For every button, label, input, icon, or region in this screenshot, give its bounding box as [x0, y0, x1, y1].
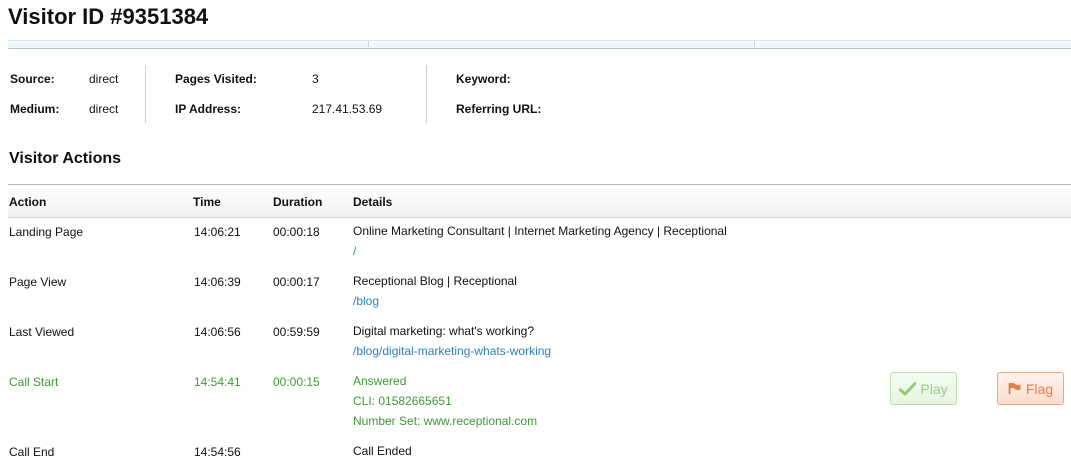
tab-divider — [754, 41, 755, 47]
page-url-link[interactable]: /blog/digital-marketing-whats-working — [353, 341, 551, 361]
row-action: Call Start — [9, 375, 59, 389]
row-details: Online Marketing Consultant | Internet M… — [353, 221, 727, 261]
medium-value: direct — [89, 102, 119, 116]
row-duration: 00:00:17 — [273, 275, 320, 289]
row-action: Page View — [9, 275, 67, 289]
call-status: Answered — [353, 374, 407, 388]
tab-divider — [368, 41, 369, 47]
page-url-link[interactable]: /blog — [353, 291, 517, 311]
ip-address-value: 217.41.53.69 — [312, 102, 383, 116]
page-title-text: Online Marketing Consultant | Internet M… — [353, 224, 727, 238]
header-duration: Duration — [273, 195, 323, 209]
row-details: Call Ended — [353, 441, 412, 461]
keyword-label: Keyword: — [456, 72, 511, 86]
referring-url-label: Referring URL: — [456, 102, 542, 116]
row-duration: 00:00:15 — [273, 375, 320, 389]
row-details: Answered CLI: 01582665651 Number Set: ww… — [353, 371, 537, 431]
play-button[interactable]: Play — [890, 372, 957, 405]
row-details: Receptional Blog | Receptional /blog — [353, 271, 517, 311]
summary-divider — [426, 65, 427, 123]
row-time: 14:06:21 — [194, 225, 241, 239]
row-time: 14:54:41 — [194, 375, 241, 389]
page-title-text: Receptional Blog | Receptional — [353, 274, 517, 288]
actions-table-header: Action Time Duration Details — [8, 184, 1071, 218]
source-value: direct — [89, 72, 119, 86]
row-time: 14:06:56 — [194, 325, 241, 339]
page-url-link[interactable]: / — [353, 241, 727, 261]
summary-divider — [145, 65, 146, 123]
flag-button[interactable]: Flag — [997, 372, 1064, 405]
checkmark-icon — [899, 381, 917, 395]
row-action: Call End — [9, 445, 55, 459]
source-label: Source: — [10, 72, 55, 86]
tab-strip — [8, 40, 1071, 49]
flag-icon — [1008, 382, 1021, 394]
page-title-text: Digital marketing: what's working? — [353, 324, 535, 338]
row-action: Landing Page — [9, 225, 84, 239]
flag-label: Flag — [1025, 380, 1054, 397]
pages-visited-value: 3 — [312, 72, 319, 86]
visitor-actions-title: Visitor Actions — [9, 150, 122, 167]
row-time: 14:06:39 — [194, 275, 241, 289]
row-action: Last Viewed — [9, 325, 75, 339]
row-time: 14:54:56 — [194, 445, 241, 459]
row-details: Digital marketing: what's working? /blog… — [353, 321, 551, 361]
header-details: Details — [353, 195, 393, 209]
row-duration: 00:00:18 — [273, 225, 320, 239]
ip-address-label: IP Address: — [175, 102, 242, 116]
page-title: Visitor ID #9351384 — [8, 4, 209, 29]
header-action: Action — [9, 195, 47, 209]
call-number-set: Number Set: www.receptional.com — [353, 414, 538, 428]
play-label: Play — [920, 380, 948, 397]
row-duration: 00:59:59 — [273, 325, 320, 339]
header-time: Time — [193, 195, 221, 209]
call-cli: CLI: 01582665651 — [353, 394, 452, 408]
call-end-status: Call Ended — [353, 444, 412, 458]
medium-label: Medium: — [10, 102, 60, 116]
pages-visited-label: Pages Visited: — [175, 72, 257, 86]
